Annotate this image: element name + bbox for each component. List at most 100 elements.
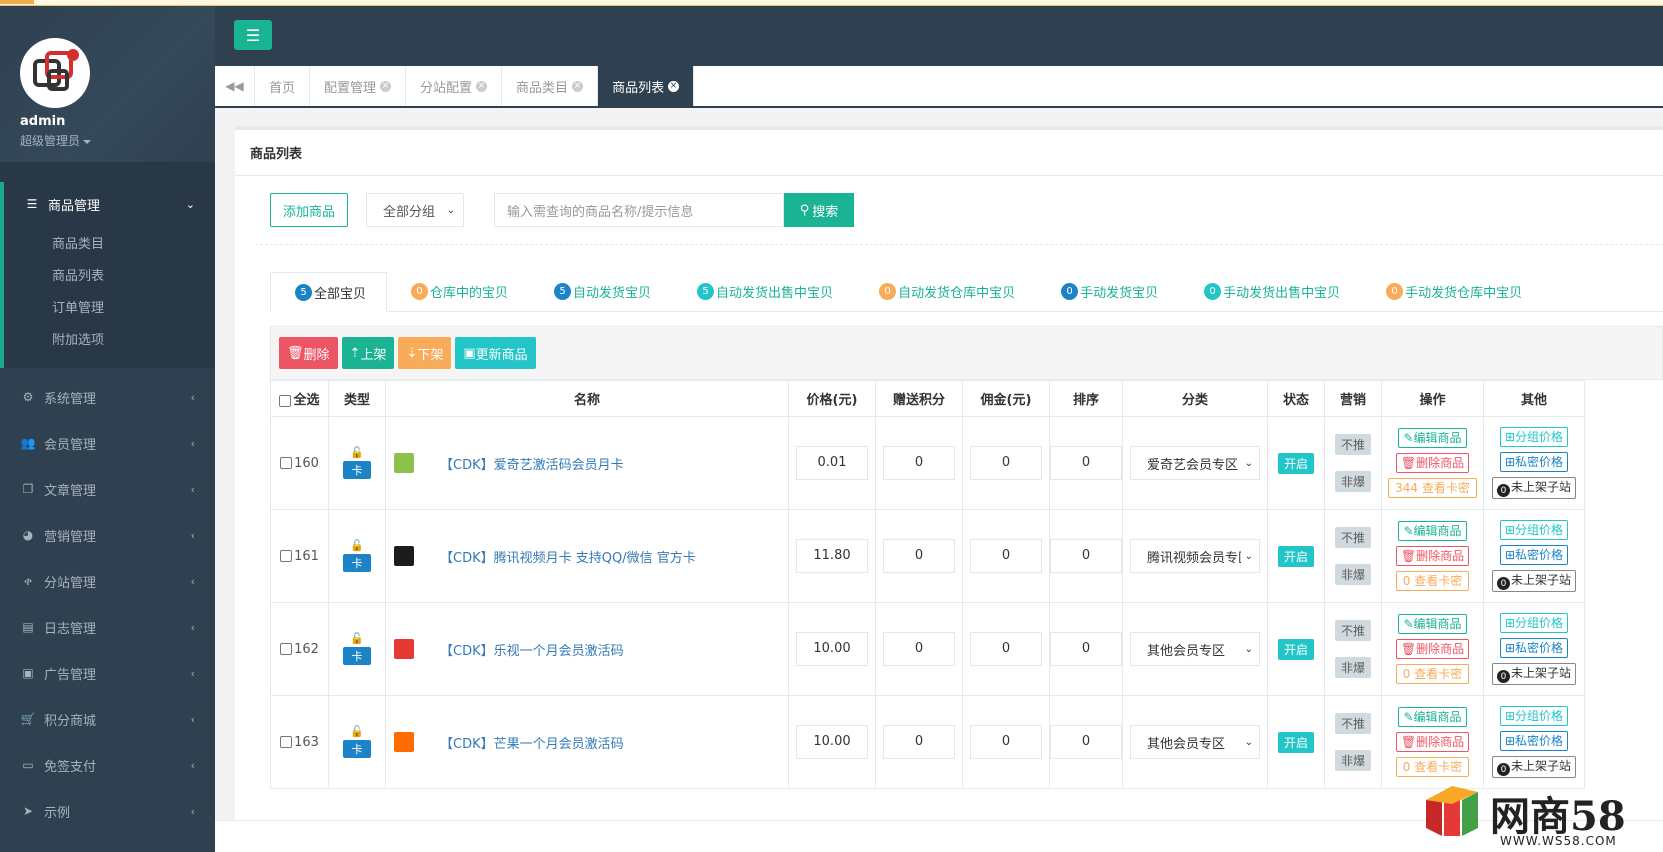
nav-marketing[interactable]: ◕ 营销管理 ‹ bbox=[0, 512, 215, 558]
tab-warehouse-items[interactable]: 0 仓库中的宝贝 bbox=[387, 272, 530, 311]
sort-input[interactable]: 0 bbox=[1050, 632, 1122, 666]
edit-goods-button[interactable]: ✎编辑商品 bbox=[1398, 707, 1467, 727]
group-price-button[interactable]: ⊞分组价格 bbox=[1499, 426, 1569, 447]
group-select[interactable]: 全部分组 ⌄ bbox=[366, 193, 465, 227]
sort-input[interactable]: 0 bbox=[1050, 725, 1122, 759]
tab-home[interactable]: 首页 bbox=[255, 66, 311, 106]
edit-goods-button[interactable]: ✎编辑商品 bbox=[1398, 428, 1467, 448]
commission-input[interactable]: 0 bbox=[970, 725, 1042, 759]
points-input[interactable]: 0 bbox=[883, 725, 955, 759]
search-input[interactable]: 输入需查询的商品名称/提示信息 bbox=[494, 193, 785, 227]
view-keys-button[interactable]: 344 查看卡密 bbox=[1388, 478, 1477, 498]
category-select[interactable]: 其他会员专区 ⌄ bbox=[1130, 725, 1260, 759]
delete-goods-button[interactable]: 🗑删除商品 bbox=[1395, 453, 1470, 473]
status-badge[interactable]: 开启 bbox=[1277, 731, 1314, 753]
view-keys-button[interactable]: 0 查看卡密 bbox=[1395, 664, 1470, 684]
tab-manual-items[interactable]: 0 手动发货宝贝 bbox=[1037, 272, 1180, 311]
not-recommended-badge[interactable]: 不推 bbox=[1334, 620, 1371, 641]
bulk-shelf-down-button[interactable]: ⇣ 下架 bbox=[398, 337, 452, 369]
private-price-button[interactable]: ⊞私密价格 bbox=[1499, 730, 1569, 751]
delete-goods-button[interactable]: 🗑删除商品 bbox=[1395, 546, 1470, 566]
status-badge[interactable]: 开启 bbox=[1277, 545, 1314, 567]
sidebar-item-goods-category[interactable]: 商品类目 bbox=[4, 226, 215, 258]
view-keys-button[interactable]: 0 查看卡密 bbox=[1395, 571, 1470, 591]
row-checkbox[interactable] bbox=[280, 736, 293, 748]
sidebar-item-goods-list[interactable]: 商品列表 bbox=[4, 258, 215, 290]
sort-input[interactable]: 0 bbox=[1050, 539, 1122, 573]
row-checkbox[interactable] bbox=[280, 550, 293, 562]
nav-points-mall[interactable]: 🛒 积分商城 ‹ bbox=[0, 696, 215, 742]
status-badge[interactable]: 开启 bbox=[1277, 638, 1314, 660]
nav-substation[interactable]: ቀ 分站管理 ‹ bbox=[0, 558, 215, 604]
nav-system[interactable]: ⚙ 系统管理 ‹ bbox=[0, 374, 215, 420]
tab-goods-category[interactable]: 商品类目 × bbox=[502, 66, 599, 106]
nav-examples[interactable]: ➤ 示例 ‹ bbox=[0, 788, 215, 834]
nav-goods-management[interactable]: ☰ 商品管理 ⌄ bbox=[4, 182, 215, 226]
points-input[interactable]: 0 bbox=[883, 632, 955, 666]
tab-auto-selling[interactable]: 5 自动发货出售中宝贝 bbox=[673, 272, 855, 311]
substation-button[interactable]: 0 未上架子站 bbox=[1491, 476, 1576, 500]
tab-auto-warehouse[interactable]: 0 自动发货仓库中宝贝 bbox=[855, 272, 1037, 311]
category-select[interactable]: 其他会员专区 ⌄ bbox=[1130, 632, 1260, 666]
points-input[interactable]: 0 bbox=[883, 446, 955, 480]
product-name-link[interactable]: 【CDK】腾讯视频月卡 支持QQ/微信 官方卡 bbox=[440, 547, 696, 566]
sidebar-item-addons[interactable]: 附加选项 bbox=[4, 322, 215, 354]
not-recommended-badge[interactable]: 不推 bbox=[1334, 434, 1371, 455]
commission-input[interactable]: 0 bbox=[970, 446, 1042, 480]
tab-all-items[interactable]: 5 全部宝贝 bbox=[270, 272, 388, 312]
close-icon[interactable]: × bbox=[476, 80, 488, 92]
close-icon[interactable]: × bbox=[668, 80, 680, 92]
row-checkbox[interactable] bbox=[280, 643, 293, 655]
select-all-checkbox[interactable] bbox=[279, 394, 292, 407]
nav-ads[interactable]: ▣ 广告管理 ‹ bbox=[0, 650, 215, 696]
group-price-button[interactable]: ⊞分组价格 bbox=[1499, 705, 1569, 726]
substation-button[interactable]: 0 未上架子站 bbox=[1491, 569, 1576, 593]
not-recommended-badge[interactable]: 不推 bbox=[1334, 527, 1371, 548]
tab-manual-selling[interactable]: 0 手动发货出售中宝贝 bbox=[1180, 272, 1362, 311]
status-badge[interactable]: 开启 bbox=[1277, 452, 1314, 474]
bulk-delete-button[interactable]: 🗑 删除 bbox=[279, 337, 338, 369]
bulk-shelf-up-button[interactable]: ⇡ 上架 bbox=[341, 337, 395, 369]
menu-toggle-button[interactable]: ☰ bbox=[234, 20, 272, 50]
substation-button[interactable]: 0 未上架子站 bbox=[1491, 662, 1576, 686]
commission-input[interactable]: 0 bbox=[970, 632, 1042, 666]
close-icon[interactable]: × bbox=[572, 80, 584, 92]
close-icon[interactable]: × bbox=[380, 80, 392, 92]
price-input[interactable]: 11.80 bbox=[796, 539, 868, 573]
tab-substation-config[interactable]: 分站配置 × bbox=[406, 66, 503, 106]
nav-payment[interactable]: ▭ 免签支付 ‹ bbox=[0, 742, 215, 788]
tab-manual-warehouse[interactable]: 0 手动发货仓库中宝贝 bbox=[1362, 272, 1544, 311]
product-name-link[interactable]: 【CDK】乐视一个月会员激活码 bbox=[440, 640, 624, 659]
not-hot-badge[interactable]: 非爆 bbox=[1334, 471, 1371, 492]
nav-logs[interactable]: ▤ 日志管理 ‹ bbox=[0, 604, 215, 650]
category-select[interactable]: 腾讯视频会员专区⌄ bbox=[1130, 539, 1260, 573]
category-select[interactable]: 爱奇艺会员专区 ⌄ bbox=[1130, 446, 1260, 480]
sidebar-item-orders[interactable]: 订单管理 bbox=[4, 290, 215, 322]
points-input[interactable]: 0 bbox=[883, 539, 955, 573]
select-all-header[interactable]: 全选 bbox=[270, 380, 329, 417]
avatar[interactable] bbox=[20, 38, 90, 108]
tabs-scroll-left-button[interactable]: ◀◀ bbox=[215, 66, 255, 106]
tab-auto-items[interactable]: 5 自动发货宝贝 bbox=[530, 272, 673, 311]
search-button[interactable]: ⚲ 搜索 bbox=[784, 193, 855, 227]
sort-input[interactable]: 0 bbox=[1050, 446, 1122, 480]
edit-goods-button[interactable]: ✎编辑商品 bbox=[1398, 521, 1467, 541]
commission-input[interactable]: 0 bbox=[970, 539, 1042, 573]
edit-goods-button[interactable]: ✎编辑商品 bbox=[1398, 614, 1467, 634]
delete-goods-button[interactable]: 🗑删除商品 bbox=[1395, 732, 1470, 752]
private-price-button[interactable]: ⊞私密价格 bbox=[1499, 451, 1569, 472]
nav-members[interactable]: 👥 会员管理 ‹ bbox=[0, 420, 215, 466]
product-name-link[interactable]: 【CDK】芒果一个月会员激活码 bbox=[440, 733, 624, 752]
product-name-link[interactable]: 【CDK】爱奇艺激活码会员月卡 bbox=[440, 454, 624, 473]
bulk-update-button[interactable]: ▣ 更新商品 bbox=[455, 337, 536, 369]
price-input[interactable]: 10.00 bbox=[796, 725, 868, 759]
private-price-button[interactable]: ⊞私密价格 bbox=[1499, 637, 1569, 658]
not-recommended-badge[interactable]: 不推 bbox=[1334, 713, 1371, 734]
profile-role-dropdown[interactable]: 超级管理员 bbox=[20, 132, 92, 149]
tab-goods-list[interactable]: 商品列表 × bbox=[598, 66, 695, 106]
group-price-button[interactable]: ⊞分组价格 bbox=[1499, 519, 1569, 540]
price-input[interactable]: 10.00 bbox=[796, 632, 868, 666]
row-checkbox[interactable] bbox=[280, 457, 293, 469]
nav-articles[interactable]: ❐ 文章管理 ‹ bbox=[0, 466, 215, 512]
group-price-button[interactable]: ⊞分组价格 bbox=[1499, 612, 1569, 633]
